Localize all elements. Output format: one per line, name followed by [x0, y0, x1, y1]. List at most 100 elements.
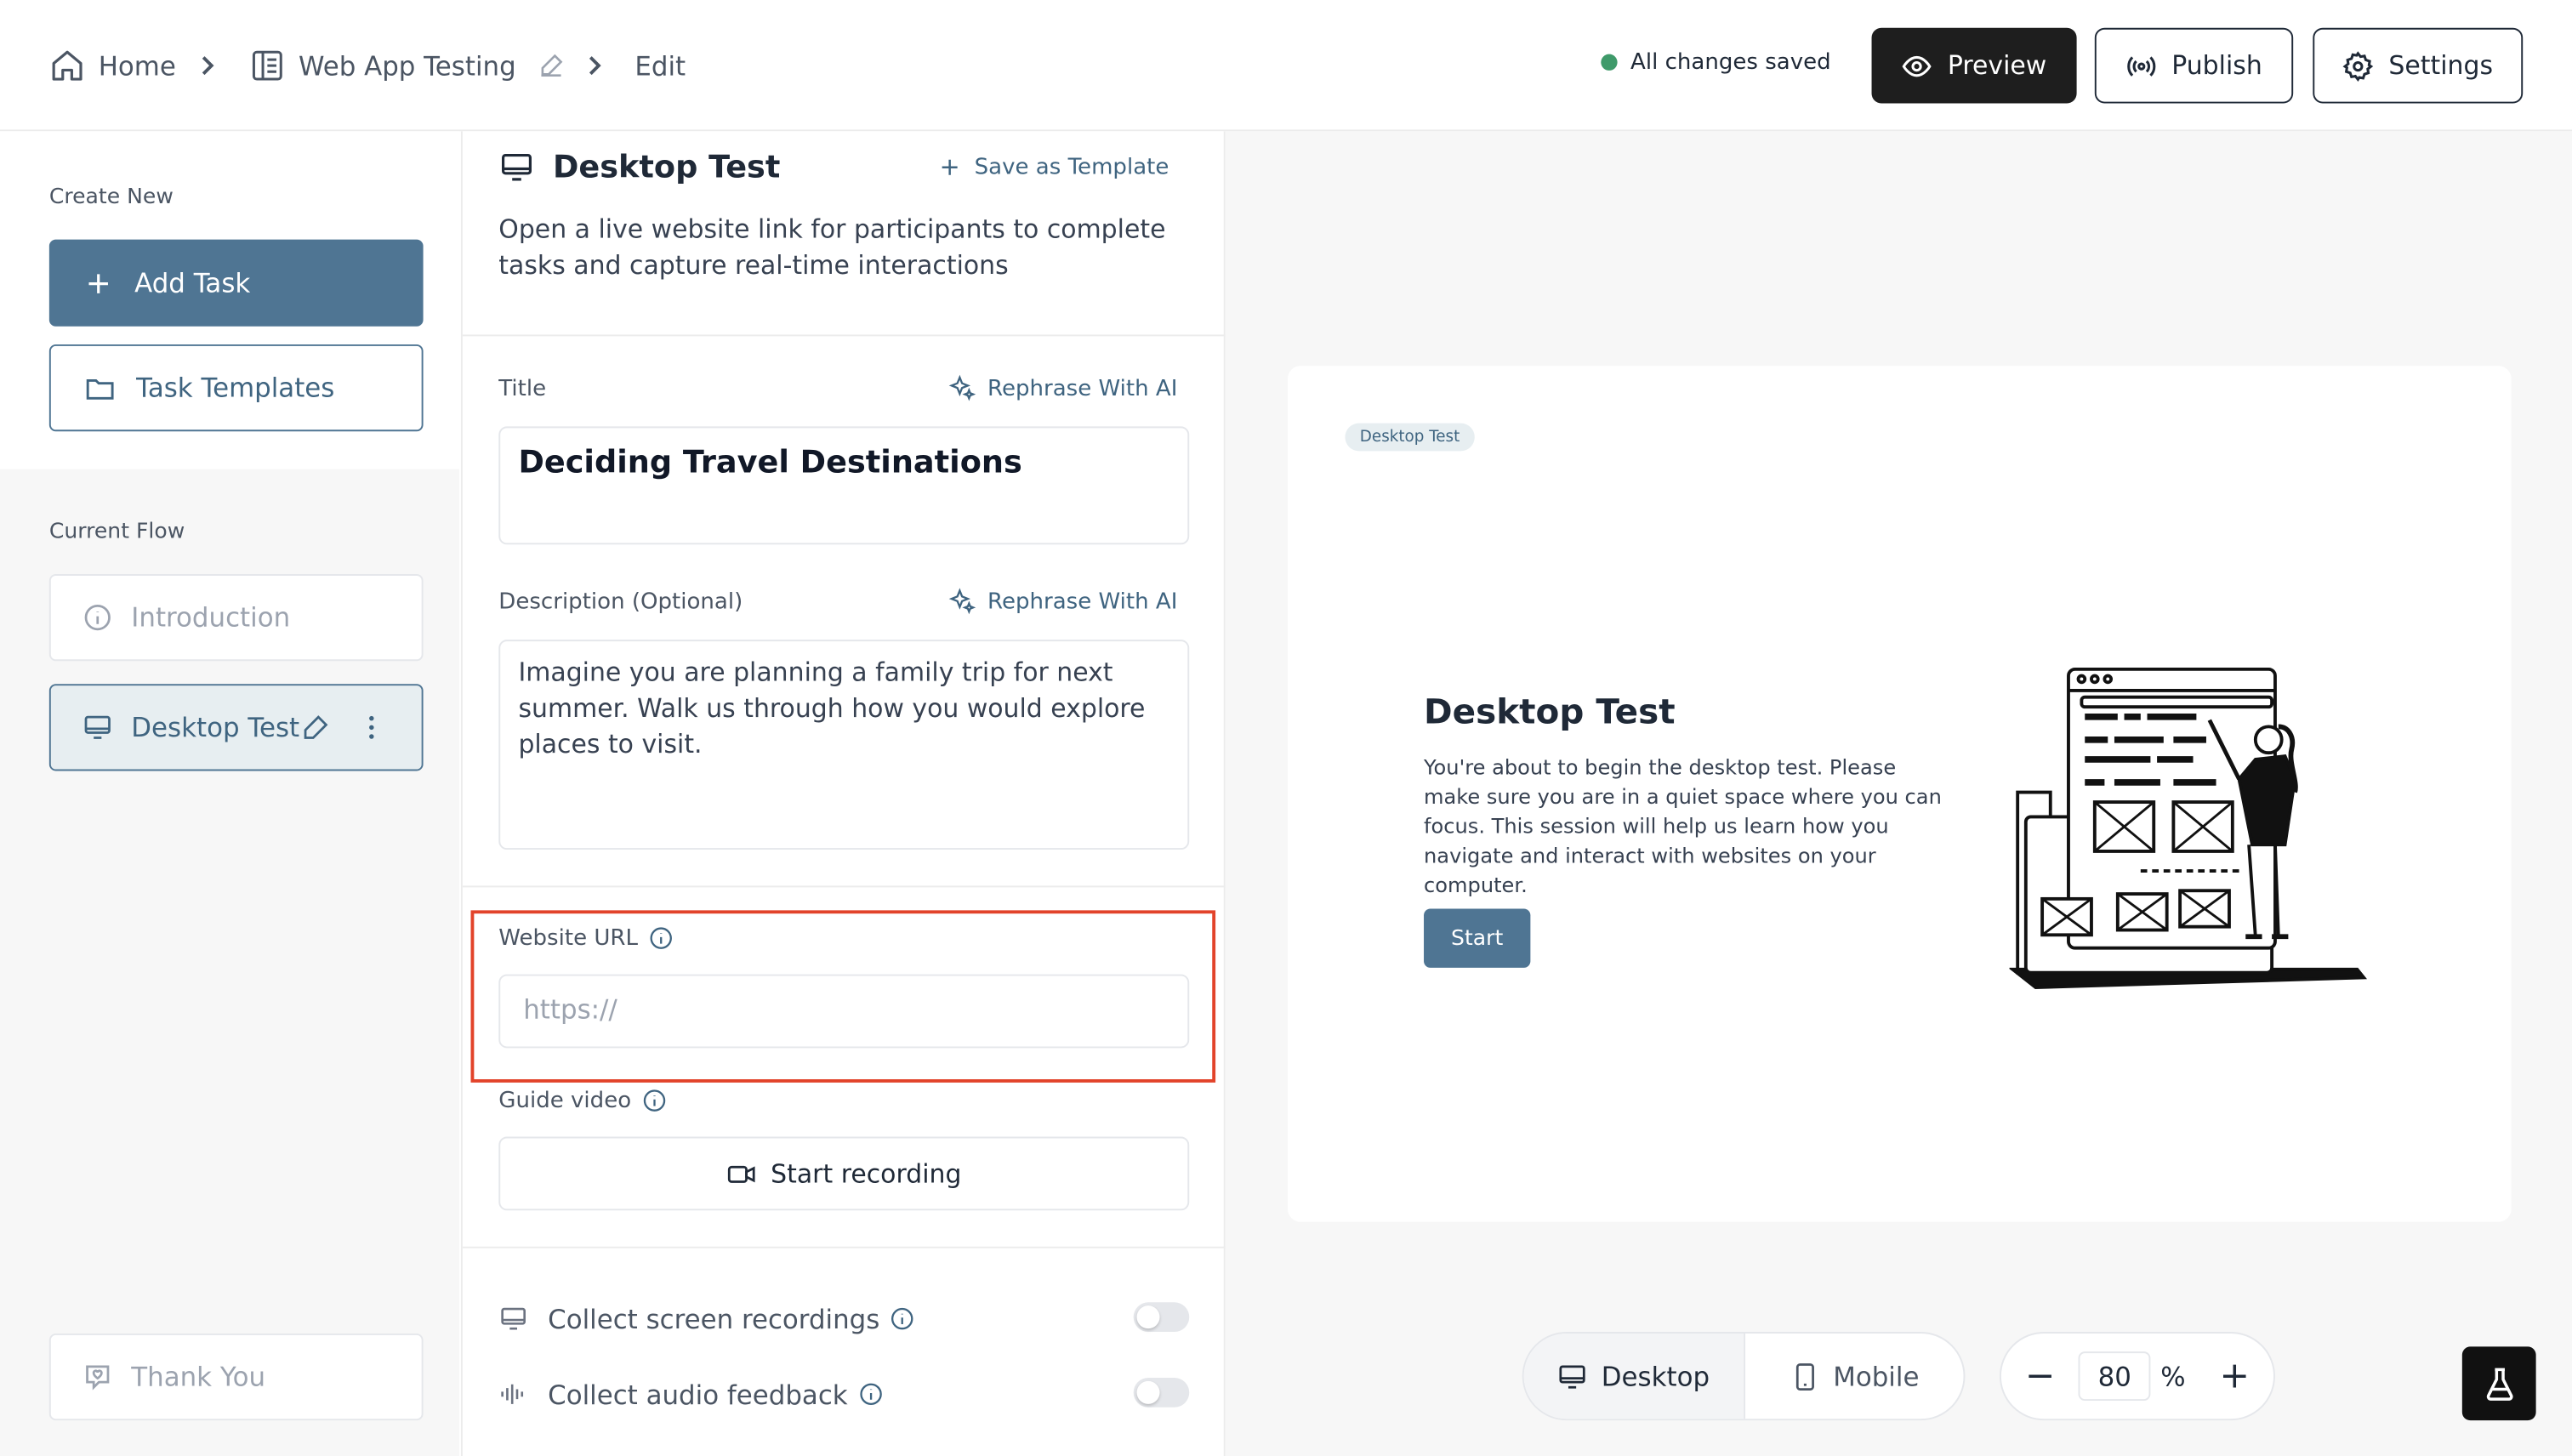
create-new-label: Create New	[48, 185, 174, 210]
gear-icon	[2342, 50, 2374, 81]
settings-button-label: Settings	[2388, 50, 2494, 81]
audio-wave-icon	[501, 1384, 524, 1404]
monitor-icon	[1559, 1364, 1586, 1388]
divider	[462, 885, 1227, 888]
breadcrumb-home[interactable]: Home	[49, 46, 176, 85]
rephrase-title-button[interactable]: Rephrase With AI	[948, 374, 1178, 402]
preview-title: Desktop Test	[1424, 691, 1676, 732]
preview-badge: Desktop Test	[1345, 423, 1475, 452]
rephrase-description-button[interactable]: Rephrase With AI	[948, 587, 1178, 615]
collect-screen-row: Collect screen recordings	[498, 1300, 1190, 1336]
monitor-icon	[84, 715, 111, 739]
website-url-input[interactable]: https://	[498, 974, 1190, 1049]
add-task-label: Add Task	[134, 267, 251, 299]
developer-illustration	[2009, 667, 2368, 989]
start-recording-button[interactable]: Start recording	[498, 1136, 1190, 1211]
collect-screen-label: Collect screen recordings	[548, 1303, 880, 1334]
preview-start-button[interactable]: Start	[1424, 908, 1531, 968]
flow-item-label: Introduction	[131, 601, 291, 634]
flow-item-desktop-test[interactable]: Desktop Test	[48, 684, 424, 771]
mobile-option[interactable]: Mobile	[1744, 1334, 1963, 1419]
editor-heading: Desktop Test	[498, 150, 780, 185]
video-camera-icon	[727, 1164, 755, 1182]
description-label: Description (Optional)	[498, 589, 743, 615]
zoom-in-button[interactable]: +	[2196, 1332, 2273, 1420]
website-url-label: Website URL	[498, 925, 674, 952]
breadcrumb-home-label: Home	[98, 49, 176, 82]
breadcrumb-project-label: Web App Testing	[299, 49, 516, 82]
sparkles-icon	[948, 374, 976, 401]
mobile-option-label: Mobile	[1833, 1360, 1920, 1392]
task-editor: Desktop Test Save as Template Open a liv…	[460, 131, 1227, 1456]
flow-item-introduction[interactable]: Introduction	[48, 574, 424, 662]
collect-screen-toggle[interactable]	[1133, 1302, 1190, 1333]
editor-heading-text: Desktop Test	[552, 149, 781, 185]
title-input[interactable]: Deciding Travel Destinations	[498, 426, 1190, 545]
monitor-icon	[502, 153, 532, 181]
home-icon	[52, 50, 83, 81]
task-templates-label: Task Templates	[136, 372, 335, 404]
divider	[462, 1246, 1227, 1248]
title-label-text: Title	[498, 375, 547, 402]
device-toggle: Desktop Mobile	[1522, 1332, 1966, 1421]
website-url-label-text: Website URL	[498, 924, 639, 952]
flow-item-label: Thank You	[131, 1361, 266, 1393]
chevron-right-icon	[589, 56, 601, 76]
status-dot	[1601, 54, 1618, 71]
toggle-knob	[1136, 1380, 1160, 1404]
more-vertical-icon[interactable]	[356, 712, 388, 743]
preview-button[interactable]: Preview	[1871, 27, 2077, 104]
create-new-section: Create New Add Task Task Templates	[0, 131, 460, 469]
zoom-out-button[interactable]: −	[2001, 1332, 2079, 1420]
eye-icon	[1903, 54, 1932, 77]
save-status: All changes saved	[1601, 49, 1831, 76]
add-task-button[interactable]: Add Task	[48, 239, 424, 327]
lab-flask-button[interactable]	[2461, 1346, 2536, 1421]
info-icon[interactable]	[648, 925, 674, 952]
settings-button[interactable]: Settings	[2313, 27, 2524, 104]
plus-icon	[88, 273, 108, 293]
top-bar: Home Web App Testing Edit All changes sa…	[0, 0, 2572, 132]
start-recording-label: Start recording	[771, 1158, 962, 1189]
task-templates-button[interactable]: Task Templates	[48, 344, 424, 432]
pencil-icon[interactable]	[300, 712, 332, 743]
publish-button[interactable]: Publish	[2094, 27, 2294, 104]
sparkles-icon	[948, 588, 976, 615]
breadcrumb-current-label: Edit	[634, 49, 686, 82]
info-icon[interactable]	[641, 1088, 668, 1114]
phone-icon	[1795, 1362, 1813, 1390]
publish-button-label: Publish	[2171, 50, 2262, 81]
current-flow-label: Current Flow	[48, 520, 185, 545]
info-icon[interactable]	[857, 1381, 884, 1408]
desktop-option[interactable]: Desktop	[1523, 1333, 1744, 1419]
sidebar: Create New Add Task Task Templates Curre…	[0, 131, 460, 1456]
broadcast-icon	[2126, 55, 2156, 76]
collect-audio-row: Collect audio feedback	[498, 1376, 1190, 1412]
book-icon	[252, 50, 282, 81]
desktop-option-label: Desktop	[1601, 1360, 1710, 1392]
breadcrumb-project[interactable]: Web App Testing	[249, 46, 565, 85]
flow-item-thank-you[interactable]: Thank You	[48, 1333, 424, 1421]
info-icon[interactable]	[890, 1305, 916, 1332]
folder-icon	[86, 378, 114, 399]
guide-video-label: Guide video	[498, 1088, 667, 1114]
monitor-icon	[501, 1307, 526, 1330]
preview-card: Desktop Test Desktop Test You're about t…	[1287, 366, 2512, 1222]
collect-audio-label: Collect audio feedback	[548, 1378, 848, 1410]
flow-item-label: Desktop Test	[131, 712, 300, 743]
zoom-control: − 80 % +	[1999, 1332, 2275, 1421]
editor-intro: Open a live website link for participant…	[498, 214, 1166, 281]
preview-area: Desktop Test Desktop Test You're about t…	[1225, 131, 2572, 1456]
heart-message-icon	[86, 1365, 110, 1391]
collect-audio-toggle[interactable]	[1133, 1378, 1190, 1408]
breadcrumb-current: Edit	[634, 46, 686, 85]
chevron-right-icon	[202, 56, 214, 76]
app-root: Home Web App Testing Edit All changes sa…	[0, 0, 2572, 1456]
preview-button-label: Preview	[1947, 50, 2047, 81]
save-as-template-button[interactable]: Save as Template	[938, 154, 1169, 180]
rephrase-label: Rephrase With AI	[987, 374, 1178, 401]
description-textarea[interactable]: Imagine you are planning a family trip f…	[498, 640, 1190, 850]
zoom-value-input[interactable]: 80	[2079, 1351, 2151, 1402]
edit-icon[interactable]	[536, 51, 566, 81]
rephrase-label: Rephrase With AI	[987, 588, 1178, 615]
